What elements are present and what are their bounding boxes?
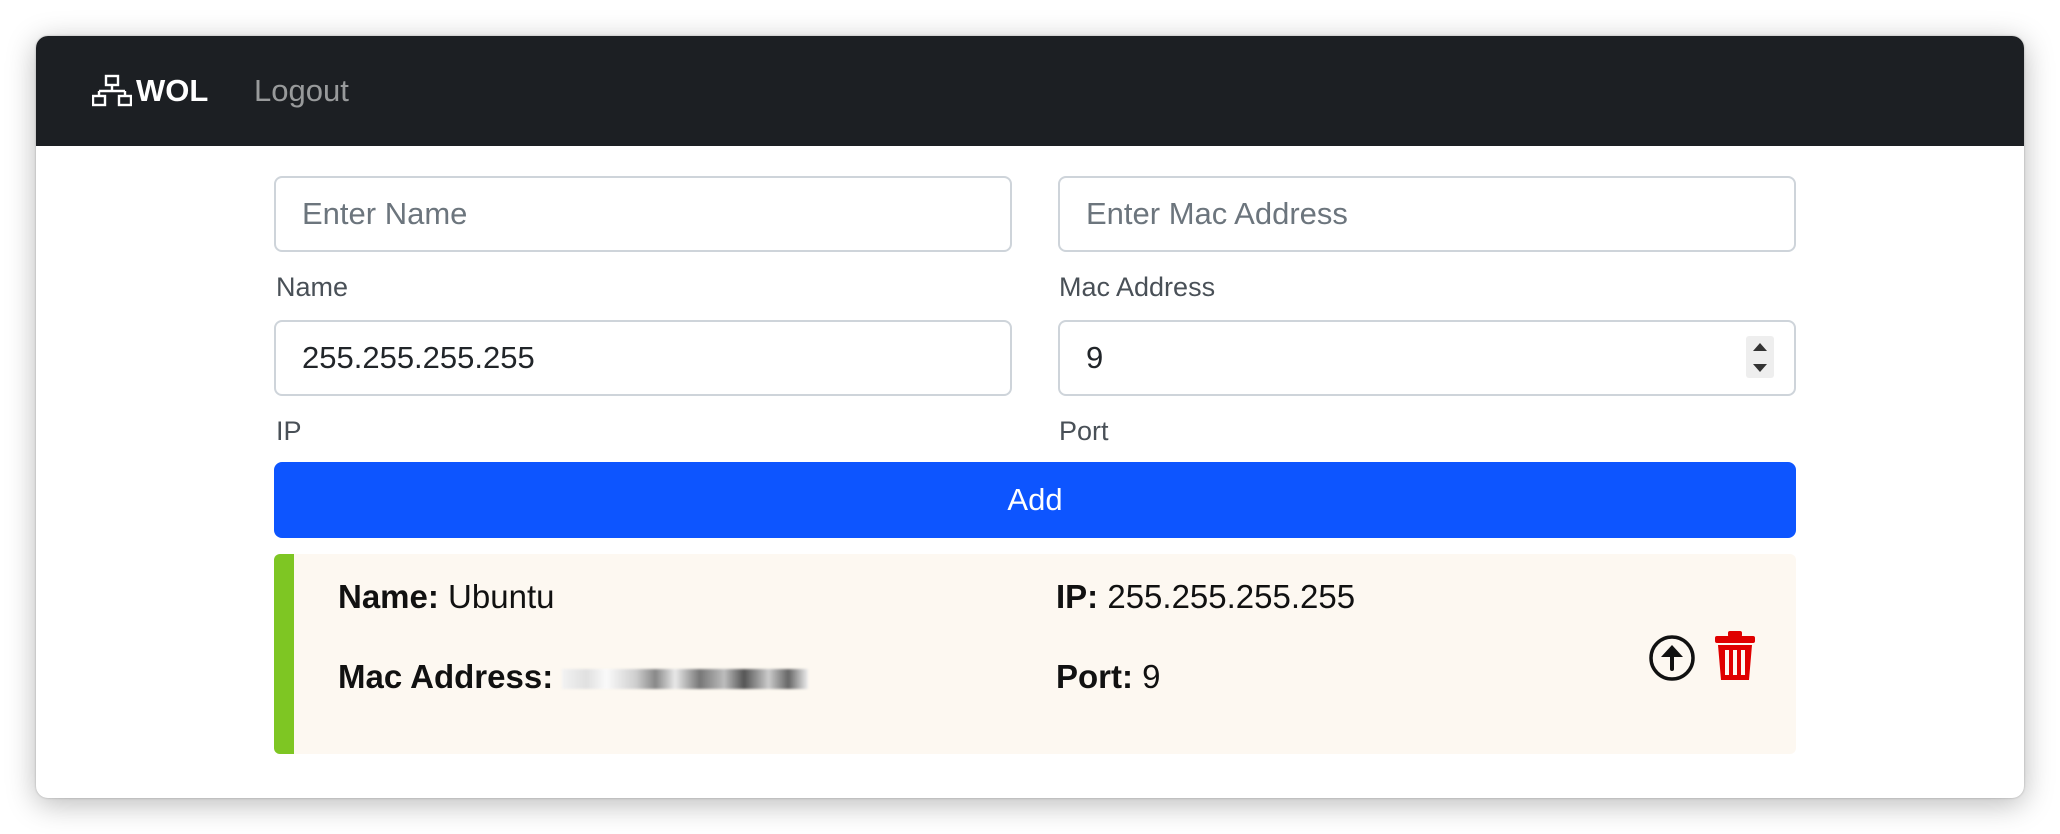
port-stepper[interactable] bbox=[1746, 336, 1774, 378]
device-name-value: Ubuntu bbox=[448, 578, 555, 615]
app-window: WOL Logout Name Mac Address IP Port Add … bbox=[36, 36, 2024, 798]
device-status-bar bbox=[274, 554, 294, 754]
device-name-key: Name: bbox=[338, 578, 439, 615]
add-button[interactable]: Add bbox=[274, 462, 1796, 538]
port-field bbox=[1058, 320, 1796, 396]
device-name: Name: Ubuntu bbox=[338, 578, 554, 616]
trash-icon[interactable] bbox=[1714, 630, 1756, 687]
logout-link[interactable]: Logout bbox=[254, 36, 349, 146]
device-mac-value-redacted bbox=[562, 669, 809, 690]
stepper-up-icon[interactable] bbox=[1753, 342, 1767, 351]
device-card: Name: Ubuntu IP: 255.255.255.255 Mac Add… bbox=[274, 554, 1796, 754]
ip-input[interactable] bbox=[274, 320, 1012, 396]
name-input[interactable] bbox=[274, 176, 1012, 252]
mac-address-input[interactable] bbox=[1058, 176, 1796, 252]
device-ip-value: 255.255.255.255 bbox=[1107, 578, 1356, 615]
port-label: Port bbox=[1059, 416, 1109, 446]
device-port: Port: 9 bbox=[1056, 658, 1161, 696]
network-icon bbox=[92, 74, 132, 108]
arrow-up-circle-icon[interactable] bbox=[1648, 634, 1696, 687]
device-mac: Mac Address: bbox=[338, 658, 809, 696]
stepper-down-icon[interactable] bbox=[1753, 363, 1767, 372]
name-label: Name bbox=[276, 272, 349, 302]
brand[interactable]: WOL bbox=[92, 36, 208, 146]
mac-address-label: Mac Address bbox=[1059, 272, 1216, 302]
brand-label: WOL bbox=[136, 73, 209, 108]
port-input[interactable] bbox=[1058, 320, 1796, 396]
device-ip: IP: 255.255.255.255 bbox=[1056, 578, 1355, 616]
device-mac-key: Mac Address: bbox=[338, 658, 554, 695]
device-port-key: Port: bbox=[1056, 658, 1133, 695]
device-port-value: 9 bbox=[1142, 658, 1161, 695]
navbar: WOL Logout bbox=[36, 36, 2024, 146]
ip-label: IP bbox=[276, 416, 302, 446]
device-ip-key: IP: bbox=[1056, 578, 1099, 615]
